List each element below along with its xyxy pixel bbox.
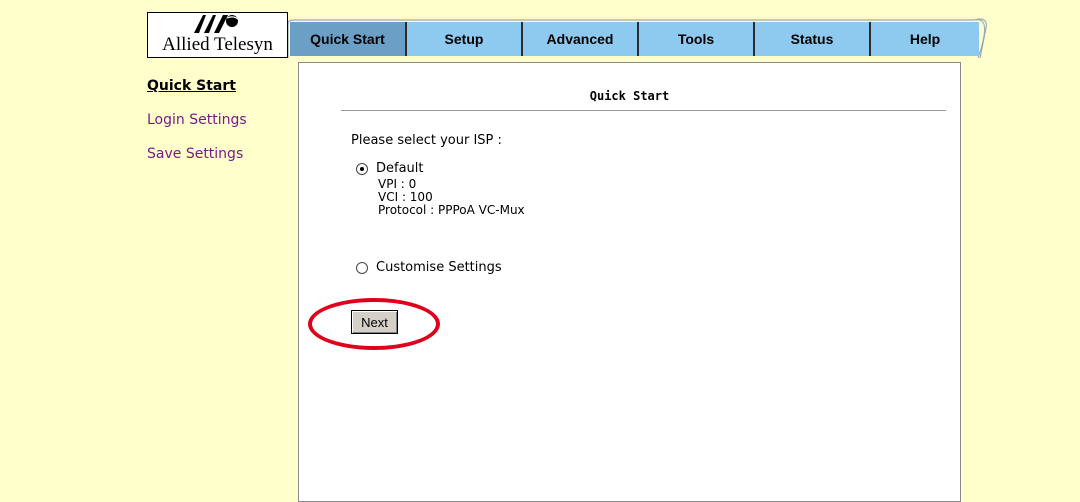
sidebar-item-login-settings[interactable]: Login Settings bbox=[147, 110, 247, 130]
detail-vpi: VPI : 0 bbox=[378, 177, 417, 191]
top-nav: Quick Start Setup Advanced Tools Status … bbox=[288, 14, 988, 58]
tab-status[interactable]: Status bbox=[753, 22, 869, 56]
title-divider bbox=[341, 110, 946, 111]
tab-advanced[interactable]: Advanced bbox=[521, 22, 637, 56]
radio-default-label[interactable]: Default bbox=[376, 161, 424, 176]
tab-setup[interactable]: Setup bbox=[405, 22, 521, 56]
isp-option-default[interactable]: Default bbox=[356, 161, 424, 176]
logo: Allied Telesyn bbox=[147, 12, 288, 58]
detail-vci: VCI : 100 bbox=[378, 190, 433, 204]
main-panel: Quick Start Please select your ISP : Def… bbox=[298, 62, 961, 502]
sidebar-item-quick-start[interactable]: Quick Start bbox=[147, 76, 247, 96]
radio-default[interactable] bbox=[356, 162, 368, 175]
tab-help[interactable]: Help bbox=[869, 22, 979, 56]
next-button[interactable]: Next bbox=[351, 310, 398, 334]
page-title: Quick Start bbox=[589, 89, 670, 103]
radio-customise[interactable] bbox=[356, 261, 368, 274]
isp-prompt: Please select your ISP : bbox=[351, 133, 502, 148]
tab-quick-start[interactable]: Quick Start bbox=[290, 22, 405, 56]
allied-telesyn-logo-icon bbox=[194, 15, 240, 33]
sidebar: Quick Start Login Settings Save Settings bbox=[147, 76, 247, 178]
logo-text: Allied Telesyn bbox=[162, 34, 273, 55]
detail-protocol: Protocol : PPPoA VC-Mux bbox=[378, 203, 525, 217]
tab-tools[interactable]: Tools bbox=[637, 22, 753, 56]
sidebar-item-save-settings[interactable]: Save Settings bbox=[147, 144, 247, 164]
isp-option-customise[interactable]: Customise Settings bbox=[356, 260, 502, 275]
radio-customise-label[interactable]: Customise Settings bbox=[376, 260, 502, 275]
